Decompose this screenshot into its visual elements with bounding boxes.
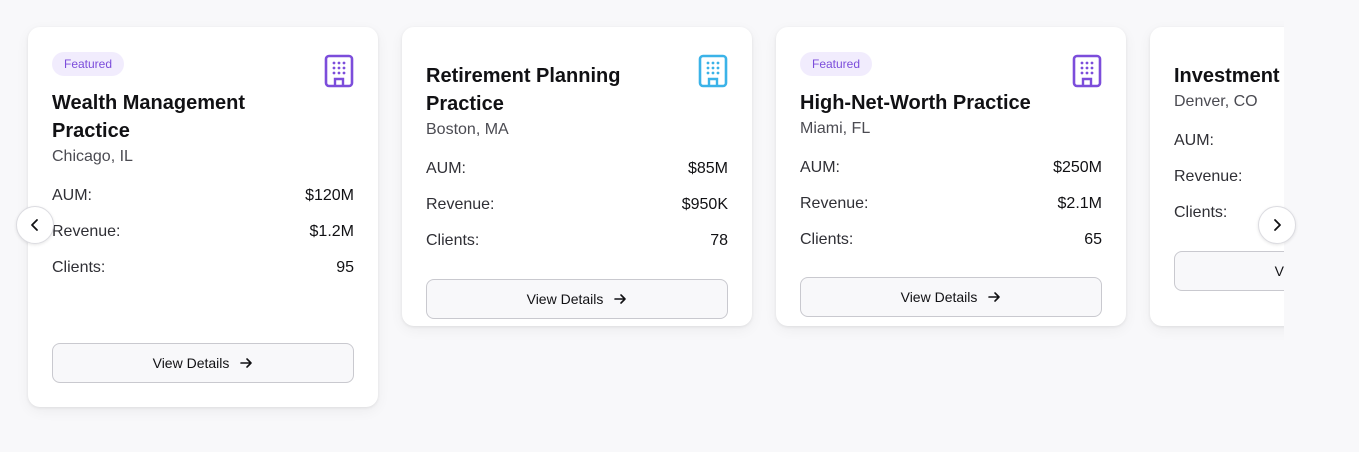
stat-revenue: Revenue: $1.2M [52, 221, 354, 243]
stat-value: $1.2M [309, 223, 354, 240]
stat-label: Revenue: [800, 195, 869, 212]
carousel-prev-button[interactable] [16, 206, 54, 244]
stat-value: $120M [305, 187, 354, 204]
stat-value: $250M [1053, 159, 1102, 176]
stat-label: AUM: [426, 160, 466, 177]
stat-value: $85M [687, 160, 728, 177]
stat-label: AUM: [800, 159, 840, 176]
stat-clients: Clients: 65 [800, 229, 1102, 251]
stat-aum: AUM: [1174, 130, 1284, 152]
featured-badge: Featured [800, 52, 873, 76]
stat-clients: Clients: 78 [426, 230, 728, 252]
view-details-label: View Details [526, 291, 604, 307]
arrow-right-icon [988, 292, 1001, 302]
stat-label: Revenue: [1174, 168, 1243, 185]
featured-badge: Featured [52, 52, 125, 76]
stat-label: Revenue: [426, 196, 495, 213]
building-icon [698, 54, 728, 88]
practice-title: High-Net-Worth Practice [800, 92, 1031, 114]
stat-value: $2.1M [1057, 195, 1102, 212]
building-icon [1072, 54, 1102, 88]
stat-value: 65 [1084, 231, 1102, 248]
view-details-button[interactable]: View Details [426, 279, 728, 319]
carousel-next-button[interactable] [1258, 206, 1296, 244]
practice-title: Investment [1174, 65, 1280, 87]
view-details-label: View Details [1274, 263, 1284, 279]
stat-label: Clients: [1174, 204, 1228, 221]
stat-aum: AUM: $85M [426, 158, 728, 180]
stat-clients: Clients: 95 [52, 257, 354, 279]
practice-location: Denver, CO [1174, 93, 1258, 110]
stats-list: AUM: $120M Revenue: $1.2M Clients: 95 [52, 185, 354, 279]
stat-label: Clients: [52, 259, 106, 276]
practice-card[interactable]: Featured High-Net-Worth Practice Miami, … [776, 27, 1126, 326]
practice-carousel: Featured Wealth Management Practice Chic… [0, 0, 1284, 452]
stat-label: AUM: [1174, 132, 1214, 149]
stats-list: AUM: $85M Revenue: $950K Clients: 78 [426, 158, 728, 252]
stat-revenue: Revenue: $2.1M [800, 193, 1102, 215]
stat-label: Clients: [426, 232, 480, 249]
stats-list: AUM: $250M Revenue: $2.1M Clients: 65 [800, 157, 1102, 251]
stat-value: 78 [710, 232, 728, 249]
view-details-button[interactable]: View Details [1174, 251, 1284, 291]
stat-value: 95 [336, 259, 354, 276]
view-details-button[interactable]: View Details [800, 277, 1102, 317]
practice-card[interactable]: Investment Denver, CO AUM: Revenue: Clie… [1150, 27, 1284, 326]
practice-location: Boston, MA [426, 121, 509, 138]
practice-title: Wealth Management Practice [52, 92, 245, 142]
view-details-label: View Details [152, 355, 230, 371]
practice-card[interactable]: Featured Wealth Management Practice Chic… [28, 27, 378, 407]
arrow-right-icon [614, 294, 627, 304]
practice-card[interactable]: Retirement Planning Practice Boston, MA … [402, 27, 752, 326]
stat-revenue: Revenue: $950K [426, 194, 728, 216]
building-icon [324, 54, 354, 88]
stat-label: Revenue: [52, 223, 121, 240]
chevron-right-icon [1274, 219, 1281, 231]
stat-revenue: Revenue: [1174, 166, 1284, 188]
practice-title: Retirement Planning Practice [426, 65, 621, 115]
view-details-label: View Details [900, 289, 978, 305]
stat-aum: AUM: $120M [52, 185, 354, 207]
arrow-right-icon [240, 358, 253, 368]
stat-label: Clients: [800, 231, 854, 248]
practice-location: Chicago, IL [52, 148, 133, 165]
chevron-left-icon [31, 219, 38, 231]
stat-aum: AUM: $250M [800, 157, 1102, 179]
stat-label: AUM: [52, 187, 92, 204]
stat-value: $950K [681, 196, 728, 213]
practice-location: Miami, FL [800, 120, 871, 137]
view-details-button[interactable]: View Details [52, 343, 354, 383]
